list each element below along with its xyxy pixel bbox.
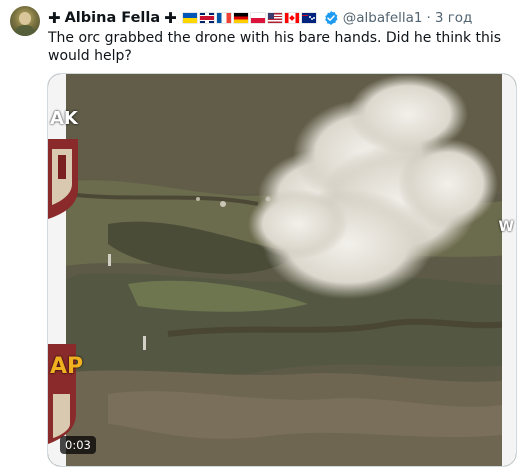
avatar-face: [19, 12, 31, 25]
flag-usa-icon: [267, 13, 282, 23]
flag-ukraine-icon: [182, 13, 197, 23]
cross-icon: ✚: [164, 9, 177, 27]
video-player[interactable]: AK AP W 0:03: [47, 73, 517, 467]
tweet-text: The orc grabbed the drone with his bare …: [48, 30, 502, 64]
flag-uk-icon: [199, 13, 214, 23]
video-frame: [48, 74, 516, 466]
tweet-card[interactable]: ✚ Albina Fella ✚ @albafella1 · 3 год The…: [0, 0, 528, 475]
avatar-body: [14, 25, 36, 36]
tweet-timestamp[interactable]: 3 год: [435, 8, 473, 28]
author-name[interactable]: Albina Fella: [65, 8, 161, 28]
flag-canada-icon: [284, 13, 299, 23]
flag-germany-icon: [233, 13, 248, 23]
unit-emblem-top-icon: [48, 139, 78, 219]
flag-france-icon: [216, 13, 231, 23]
author-handle[interactable]: @albafella1: [343, 8, 423, 28]
tweet-header: ✚ Albina Fella ✚ @albafella1 · 3 год: [48, 8, 472, 28]
separator-dot: ·: [426, 10, 431, 26]
overlay-text-top: AK: [50, 108, 78, 129]
video-duration-badge: 0:03: [60, 436, 96, 454]
cross-icon: ✚: [48, 9, 61, 27]
avatar[interactable]: [10, 6, 40, 36]
flag-poland-icon: [250, 13, 265, 23]
verified-badge-icon: [323, 10, 339, 26]
overlay-text-right: W: [498, 219, 514, 235]
flag-list: [182, 13, 319, 23]
flag-australia-icon: [301, 13, 316, 23]
overlay-text-bottom: AP: [50, 354, 84, 379]
